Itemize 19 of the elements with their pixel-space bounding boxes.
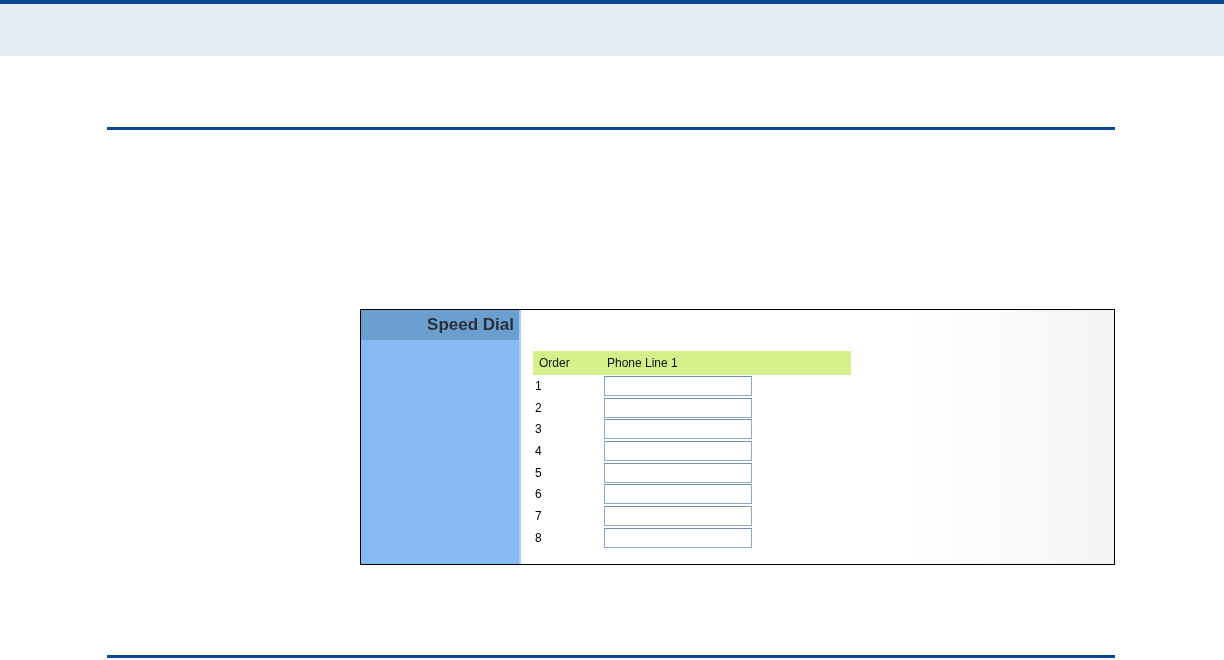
order-number: 4 [534, 443, 543, 458]
order-number: 1 [534, 378, 543, 393]
phone-input-field[interactable] [604, 505, 752, 526]
phone-input-field[interactable] [604, 419, 752, 440]
phone-input-field[interactable] [604, 527, 752, 548]
phone-input-field[interactable] [604, 484, 752, 505]
phone-input-field[interactable] [604, 375, 752, 396]
phone-input-field[interactable] [604, 440, 752, 461]
order-number: 8 [534, 530, 543, 545]
order-number: 7 [534, 508, 543, 523]
order-number: 6 [534, 487, 543, 502]
column-header: Phone Line 1 [607, 356, 678, 370]
phone-input-field[interactable] [604, 462, 752, 483]
order-number: 2 [534, 400, 543, 415]
column-header: Order [538, 356, 571, 370]
order-number: 3 [534, 422, 543, 437]
phone-input-field[interactable] [604, 397, 752, 418]
panel-title: Speed Dial [361, 310, 519, 340]
order-number: 5 [534, 465, 543, 480]
